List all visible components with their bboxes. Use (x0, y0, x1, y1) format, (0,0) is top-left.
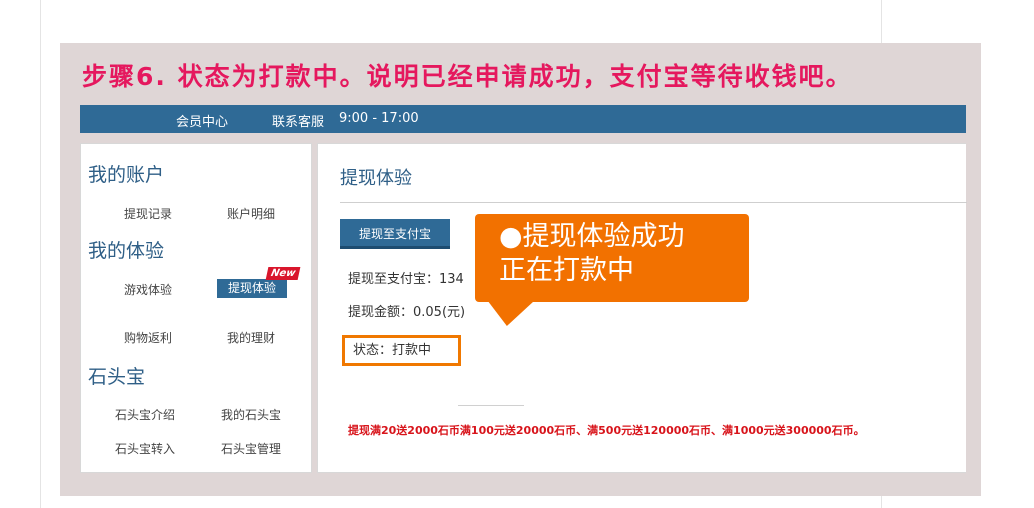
tutorial-panel: 步骤6. 状态为打款中。说明已经申请成功，支付宝等待收钱吧。 会员中心 联系客服… (60, 43, 981, 496)
sidebar-item-shitoubao-transfer[interactable]: 石头宝转入 (115, 440, 175, 457)
sidebar-item-withdraw-records[interactable]: 提现记录 (124, 205, 172, 222)
main-content: 提现体验 提现至支付宝 提现至支付宝：134 提现金额：0.05(元) 状态：打… (317, 143, 967, 473)
callout-bubble: ●提现体验成功 正在打款中 (475, 214, 749, 302)
sidebar-heading-account: 我的账户 (88, 164, 165, 186)
status-highlight-box: 状态：打款中 (342, 335, 461, 366)
top-nav-bar: 会员中心 联系客服 9:00 - 17:00 (80, 105, 966, 133)
page: 步骤6. 状态为打款中。说明已经申请成功，支付宝等待收钱吧。 会员中心 联系客服… (0, 0, 1034, 508)
withdraw-amount-text: 提现金额：0.05(元) (348, 305, 466, 320)
sidebar-item-game-experience[interactable]: 游戏体验 (124, 281, 172, 298)
nav-member-center[interactable]: 会员中心 (176, 111, 228, 130)
sidebar-item-my-shitoubao[interactable]: 我的石头宝 (221, 406, 281, 423)
callout-line-2: 正在打款中 (499, 255, 634, 286)
callout-line-1: ●提现体验成功 (499, 221, 685, 252)
service-hours: 9:00 - 17:00 (339, 111, 419, 126)
sidebar-item-my-finance[interactable]: 我的理财 (227, 329, 275, 346)
step-headline: 步骤6. 状态为打款中。说明已经申请成功，支付宝等待收钱吧。 (82, 62, 853, 91)
withdraw-to-alipay-button[interactable]: 提现至支付宝 (340, 219, 450, 249)
sidebar-item-withdraw-experience[interactable]: 提现体验 (217, 279, 287, 298)
sidebar-heading-shitoubao: 石头宝 (88, 366, 146, 388)
left-guide-line (40, 0, 41, 508)
nav-customer-service[interactable]: 联系客服 (272, 111, 324, 130)
sidebar-item-account-details[interactable]: 账户明细 (227, 205, 275, 222)
withdraw-target-text: 提现至支付宝：134 (348, 272, 464, 287)
page-title: 提现体验 (340, 168, 412, 189)
sidebar-item-shopping-rebate[interactable]: 购物返利 (124, 329, 172, 346)
sidebar-item-shitoubao-manage[interactable]: 石头宝管理 (221, 440, 281, 457)
title-divider (340, 202, 967, 203)
new-badge: New (265, 267, 301, 280)
sidebar: 我的账户 提现记录 账户明细 我的体验 游戏体验 提现体验 New 购物返利 我… (80, 143, 312, 473)
promo-text: 提现满20送2000石币满100元送20000石币、满500元送120000石币… (348, 424, 865, 437)
small-divider (458, 405, 524, 406)
sidebar-item-shitoubao-intro[interactable]: 石头宝介绍 (115, 406, 175, 423)
sidebar-heading-experience: 我的体验 (88, 240, 165, 262)
